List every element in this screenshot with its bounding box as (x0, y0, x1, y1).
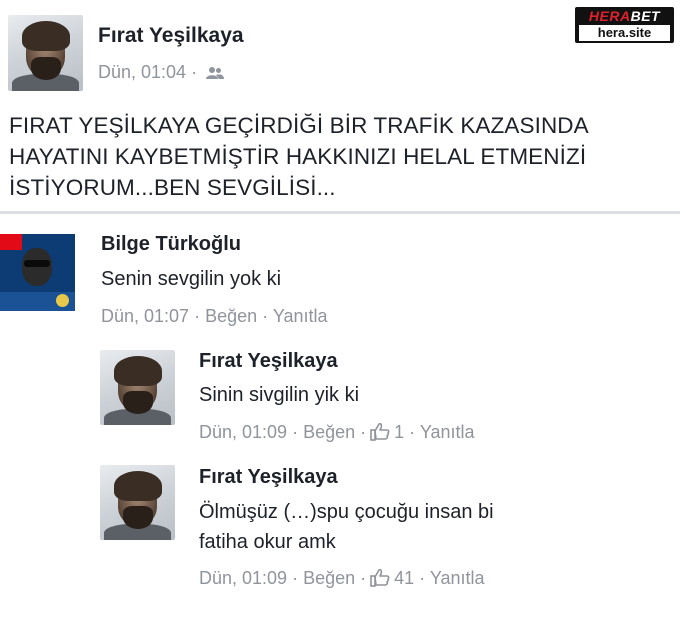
thumbs-up-icon (370, 568, 390, 592)
post-author-avatar[interactable] (8, 15, 83, 91)
reply-author-name[interactable]: Fırat Yeşilkaya (199, 350, 338, 373)
like-link[interactable]: Beğen (303, 568, 355, 588)
turkish-flag-icon (0, 234, 22, 250)
like-count: 1 (394, 422, 405, 442)
thumbs-up-icon (370, 422, 390, 446)
comment-text: Senin sevgilin yok ki (101, 268, 282, 290)
reply-link[interactable]: Yanıtla (430, 568, 485, 588)
post-timestamp[interactable]: Dün, 01:04 (98, 62, 186, 82)
post-meta: Dün, 01:04 · (98, 62, 225, 85)
like-link[interactable]: Beğen (205, 306, 257, 326)
post-text-line: FIRAT YEŞİLKAYA GEÇİRDİĞİ BİR TRAFİK KAZ… (9, 113, 589, 138)
reply-timestamp[interactable]: Dün, 01:09 (199, 422, 287, 442)
reply-author-avatar[interactable] (100, 465, 175, 540)
reply-link[interactable]: Yanıtla (420, 422, 475, 442)
reply-author-name[interactable]: Fırat Yeşilkaya (199, 466, 338, 489)
friends-icon[interactable] (206, 64, 225, 85)
like-count: 41 (394, 568, 415, 588)
watermark-logo: HERABET hera.site (575, 7, 674, 43)
post-text-line: HAYATINI KAYBETMİŞTİR HAKKINIZI HELAL ET… (9, 144, 587, 169)
post-text-line: İSTİYORUM...BEN SEVGİLİSİ... (9, 175, 336, 200)
watermark-site: hera.site (579, 25, 670, 41)
like-link[interactable]: Beğen (303, 422, 355, 442)
reply-link[interactable]: Yanıtla (273, 306, 328, 326)
reply-author-avatar[interactable] (100, 350, 175, 425)
reply-text: Sinin sivgilin yik ki (199, 384, 360, 406)
post-author-name[interactable]: Fırat Yeşilkaya (98, 24, 244, 48)
comment-author-name[interactable]: Bilge Türkoğlu (101, 233, 241, 256)
reply-meta: Dün, 01:09 · Beğen · 1 · Yanıtla (199, 422, 475, 446)
reply-text-line: Ölmüşüz (…)spu çocuğu insan bi (199, 501, 494, 523)
post-body: FIRAT YEŞİLKAYA GEÇİRDİĞİ BİR TRAFİK KAZ… (9, 110, 669, 203)
commenter-avatar-bilge[interactable] (0, 234, 75, 311)
post-divider (0, 211, 680, 214)
reply-text-line: fatiha okur amk (199, 531, 336, 553)
comment-meta: Dün, 01:07 · Beğen · Yanıtla (101, 306, 328, 326)
reply-timestamp[interactable]: Dün, 01:09 (199, 568, 287, 588)
meta-separator: · (191, 62, 198, 82)
watermark-brand: HERABET (588, 8, 661, 24)
reply-meta: Dün, 01:09 · Beğen · 41 · Yanıtla (199, 568, 485, 592)
comment-timestamp[interactable]: Dün, 01:07 (101, 306, 189, 326)
